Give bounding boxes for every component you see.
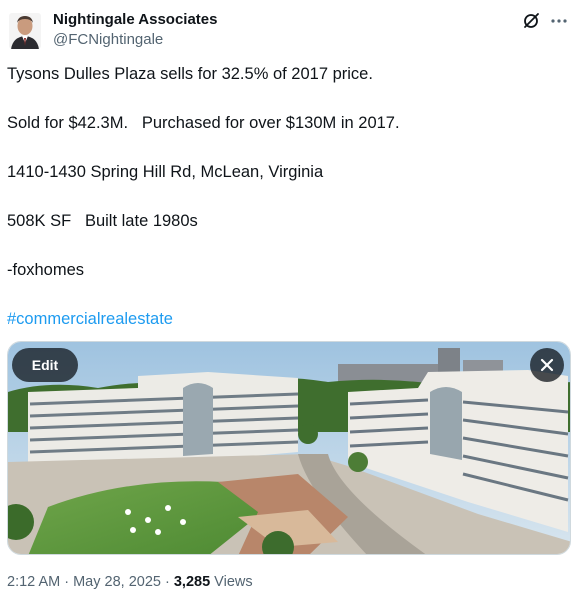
tweet-header: Nightingale Associates @FCNightingale — [9, 8, 569, 52]
tweet-meta: 2:12 AM · May 28, 2025 · 3,285 Views — [7, 572, 253, 592]
tweet-text: Tysons Dulles Plaza sells for 32.5% of 2… — [7, 62, 567, 356]
user-handle[interactable]: @FCNightingale — [53, 30, 218, 50]
tweet-line-headline: Tysons Dulles Plaza sells for 32.5% of 2… — [7, 65, 373, 83]
tweet-date[interactable]: May 28, 2025 — [73, 574, 161, 590]
grok-icon[interactable] — [521, 11, 541, 31]
tweet-line-source: -foxhomes — [7, 261, 85, 279]
meta-separator: · — [160, 574, 174, 590]
edit-image-button[interactable]: Edit — [12, 348, 78, 382]
views-count: 3,285 — [173, 574, 211, 590]
tweet-line-address: 1410-1430 Spring Hill Rd, McLean, Virgin… — [7, 163, 324, 181]
more-icon[interactable] — [549, 11, 569, 31]
close-icon — [540, 358, 554, 372]
display-name[interactable]: Nightingale Associates — [53, 10, 218, 30]
remove-image-button[interactable] — [530, 348, 564, 382]
views-label: Views — [210, 574, 253, 590]
tweet-time[interactable]: 2:12 AM — [7, 574, 60, 590]
tweet-line-size: 508K SF Built late 1980s — [7, 212, 198, 230]
tweet-line-prices: Sold for $42.3M. Purchased for over $130… — [7, 114, 400, 132]
meta-separator: · — [60, 574, 74, 590]
avatar[interactable] — [9, 13, 41, 49]
hashtag-link[interactable]: #commercialrealestate — [7, 307, 567, 331]
tweet: Nightingale Associates @FCNightingale Ty… — [0, 0, 577, 600]
tweet-image[interactable]: Edit — [7, 341, 571, 555]
